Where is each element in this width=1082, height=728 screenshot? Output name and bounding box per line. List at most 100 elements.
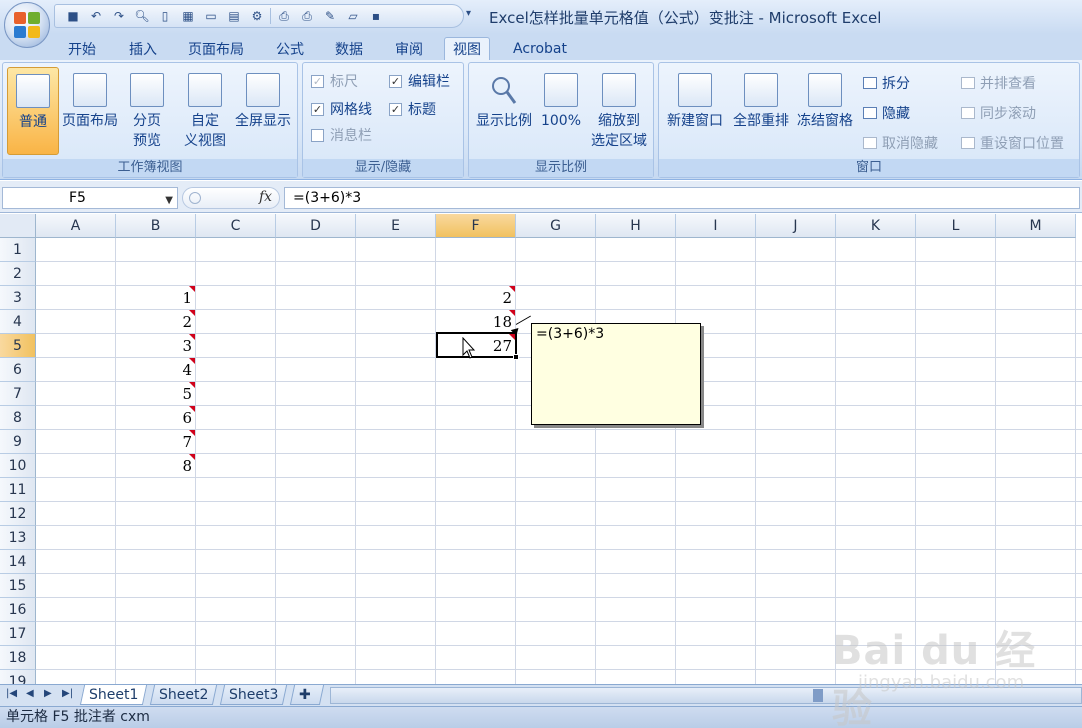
print-preview-icon[interactable]: 🔍︎ bbox=[132, 7, 152, 25]
tab-insert[interactable]: 插入 bbox=[121, 37, 165, 60]
comment-icon[interactable]: ▭ bbox=[201, 7, 221, 25]
ruler-checkbox[interactable]: ✓ 标尺 bbox=[311, 71, 358, 91]
scrollbar-thumb[interactable] bbox=[813, 689, 823, 702]
row-header-7[interactable]: 7 bbox=[0, 382, 36, 406]
tab-acrobat[interactable]: Acrobat bbox=[505, 37, 575, 60]
undo-icon[interactable]: ↶ bbox=[86, 7, 106, 25]
sync-scroll-button[interactable]: 同步滚动 bbox=[961, 103, 1036, 123]
next-sheet-icon[interactable]: ▶ bbox=[44, 688, 52, 699]
prev-sheet-icon[interactable]: ◀ bbox=[26, 688, 34, 699]
formula-bar-checkbox[interactable]: ✓ 编辑栏 bbox=[389, 71, 450, 91]
row-header-19[interactable]: 19 bbox=[0, 670, 36, 684]
column-header-j[interactable]: J bbox=[756, 214, 836, 238]
fill-handle[interactable] bbox=[513, 354, 519, 360]
row-header-16[interactable]: 16 bbox=[0, 598, 36, 622]
office-button[interactable] bbox=[4, 2, 50, 48]
cell-f3[interactable]: 2 bbox=[436, 286, 516, 310]
sheet-tab-sheet2[interactable]: Sheet2 bbox=[149, 685, 218, 705]
redo-icon[interactable]: ↷ bbox=[109, 7, 129, 25]
row-header-3[interactable]: 3 bbox=[0, 286, 36, 310]
page-layout-view-button[interactable]: 页面布局 bbox=[59, 67, 121, 155]
column-header-g[interactable]: G bbox=[516, 214, 596, 238]
tab-home[interactable]: 开始 bbox=[60, 37, 104, 60]
cell-b5[interactable]: 3 bbox=[116, 334, 196, 358]
cell-b8[interactable]: 6 bbox=[116, 406, 196, 430]
printer-icon[interactable]: ⎙ bbox=[274, 7, 294, 25]
headings-checkbox[interactable]: ✓ 标题 bbox=[389, 99, 436, 119]
column-header-e[interactable]: E bbox=[356, 214, 436, 238]
form-icon[interactable]: ▤ bbox=[224, 7, 244, 25]
tab-formulas[interactable]: 公式 bbox=[268, 37, 312, 60]
cell-b3[interactable]: 1 bbox=[116, 286, 196, 310]
pen-icon[interactable]: ✎ bbox=[320, 7, 340, 25]
row-header-11[interactable]: 11 bbox=[0, 478, 36, 502]
column-header-f[interactable]: F bbox=[436, 214, 516, 238]
insert-sheet-icon[interactable]: ✚ bbox=[289, 685, 325, 705]
row-header-12[interactable]: 12 bbox=[0, 502, 36, 526]
cell-b7[interactable]: 5 bbox=[116, 382, 196, 406]
freeze-panes-button[interactable]: 冻结窗格 bbox=[793, 67, 857, 155]
column-header-i[interactable]: I bbox=[676, 214, 756, 238]
cell-b10[interactable]: 8 bbox=[116, 454, 196, 478]
reset-window-position-button[interactable]: 重设窗口位置 bbox=[961, 133, 1064, 153]
row-header-13[interactable]: 13 bbox=[0, 526, 36, 550]
row-header-17[interactable]: 17 bbox=[0, 622, 36, 646]
cell-b6[interactable]: 4 bbox=[116, 358, 196, 382]
row-header-8[interactable]: 8 bbox=[0, 406, 36, 430]
zoom-to-selection-button[interactable]: 缩放到 选定区域 bbox=[587, 67, 651, 155]
full-screen-button[interactable]: 全屏显示 bbox=[231, 67, 295, 155]
tab-review[interactable]: 审阅 bbox=[387, 37, 431, 60]
table-icon[interactable]: ▦ bbox=[178, 7, 198, 25]
column-header-c[interactable]: C bbox=[196, 214, 276, 238]
sheet-tab-sheet3[interactable]: Sheet3 bbox=[219, 685, 288, 705]
chevron-down-icon[interactable]: ▼ bbox=[165, 191, 173, 211]
row-header-2[interactable]: 2 bbox=[0, 262, 36, 286]
zoom-100-button[interactable]: 100% bbox=[539, 67, 583, 155]
unhide-button[interactable]: 取消隐藏 bbox=[863, 133, 938, 153]
message-bar-checkbox[interactable]: 消息栏 bbox=[311, 125, 372, 145]
tab-data[interactable]: 数据 bbox=[327, 37, 371, 60]
cell-b4[interactable]: 2 bbox=[116, 310, 196, 334]
worksheet-grid[interactable]: ABCDEFGHIJKLM 1 2 3 4 5 6 7 8 9 10 11 12 13 14 15 16 17 1… bbox=[0, 214, 1082, 684]
tools-icon[interactable]: ⚙ bbox=[247, 7, 267, 25]
tab-view[interactable]: 视图 bbox=[444, 37, 490, 60]
save-icon[interactable]: ■ bbox=[63, 7, 83, 25]
row-header-9[interactable]: 9 bbox=[0, 430, 36, 454]
expand-icon[interactable] bbox=[189, 192, 201, 204]
select-all-button[interactable] bbox=[0, 214, 36, 238]
tab-page-layout[interactable]: 页面布局 bbox=[180, 37, 252, 60]
row-header-1[interactable]: 1 bbox=[0, 238, 36, 262]
last-sheet-icon[interactable]: ▶| bbox=[62, 688, 73, 699]
custom-views-button[interactable]: 自定 义视图 bbox=[179, 67, 231, 155]
column-header-a[interactable]: A bbox=[36, 214, 116, 238]
row-header-10[interactable]: 10 bbox=[0, 454, 36, 478]
name-box[interactable]: F5 ▼ bbox=[2, 187, 178, 209]
column-header-h[interactable]: H bbox=[596, 214, 676, 238]
zoom-button[interactable]: 显示比例 bbox=[471, 67, 537, 155]
insert-function-icon[interactable]: fx bbox=[259, 189, 272, 205]
column-header-k[interactable]: K bbox=[836, 214, 916, 238]
page-break-preview-button[interactable]: 分页 预览 bbox=[123, 67, 171, 155]
row-header-15[interactable]: 15 bbox=[0, 574, 36, 598]
row-header-4[interactable]: 4 bbox=[0, 310, 36, 334]
row-header-18[interactable]: 18 bbox=[0, 646, 36, 670]
quick-print-icon[interactable]: ⎙ bbox=[297, 7, 317, 25]
hide-button[interactable]: 隐藏 bbox=[863, 103, 910, 123]
sheet-tab-sheet1[interactable]: Sheet1 bbox=[79, 685, 148, 705]
qat-more-arrow-icon[interactable]: ▾ bbox=[466, 8, 471, 19]
arrange-all-button[interactable]: 全部重排 bbox=[729, 67, 793, 155]
split-button[interactable]: 拆分 bbox=[863, 73, 910, 93]
comment-box[interactable]: =(3+6)*3 bbox=[531, 323, 701, 425]
row-header-14[interactable]: 14 bbox=[0, 550, 36, 574]
column-header-d[interactable]: D bbox=[276, 214, 356, 238]
gridlines-checkbox[interactable]: ✓ 网格线 bbox=[311, 99, 372, 119]
first-sheet-icon[interactable]: |◀ bbox=[6, 688, 17, 699]
open-folder-icon[interactable]: ▱ bbox=[343, 7, 363, 25]
column-header-b[interactable]: B bbox=[116, 214, 196, 238]
row-header-6[interactable]: 6 bbox=[0, 358, 36, 382]
normal-view-button[interactable]: 普通 bbox=[7, 67, 59, 155]
row-header-5[interactable]: 5 bbox=[0, 334, 36, 358]
view-side-by-side-button[interactable]: 并排查看 bbox=[961, 73, 1036, 93]
cell-f4[interactable]: 18 bbox=[436, 310, 516, 334]
formula-input[interactable]: =(3+6)*3 bbox=[284, 187, 1080, 209]
